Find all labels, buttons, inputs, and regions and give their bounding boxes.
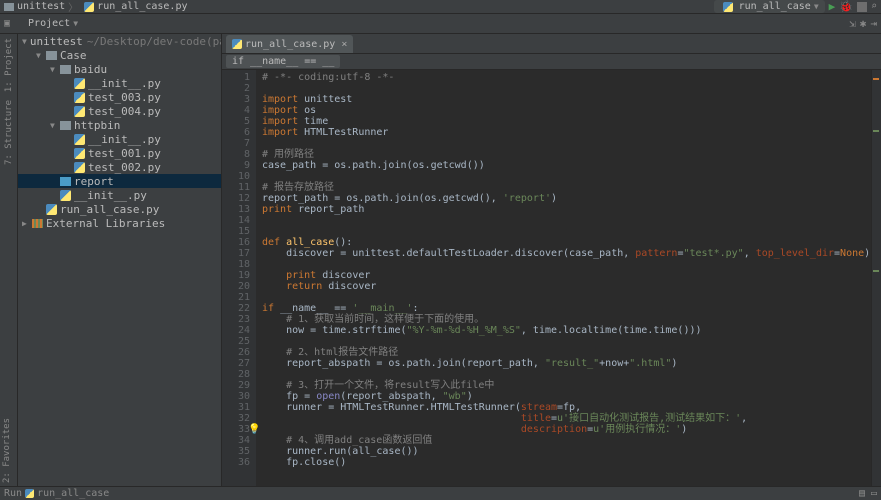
expand-arrow-icon[interactable]: ▶ [22, 219, 32, 228]
expand-arrow-icon[interactable]: ▼ [36, 51, 46, 60]
tree-item-label: External Libraries [46, 217, 165, 230]
structure-tool-tab[interactable]: 7: Structure [2, 96, 16, 169]
tree-item[interactable]: ▼ baidu [18, 62, 221, 76]
tree-item-label: test_003.py [88, 91, 161, 104]
python-icon [46, 204, 57, 215]
tree-item[interactable]: __init__.py [18, 76, 221, 90]
tree-item[interactable]: ▼ httpbin [18, 118, 221, 132]
close-icon[interactable]: × [341, 39, 347, 50]
tree-item[interactable]: run_all_case.py [18, 202, 221, 216]
run-configuration-selector[interactable]: run_all_case ▼ [714, 0, 825, 13]
project-tool-window-icon[interactable]: ▣ [4, 18, 10, 29]
python-icon [25, 489, 34, 498]
tree-item-label: test_002.py [88, 161, 161, 174]
tree-item-label: run_all_case.py [60, 203, 159, 216]
favorites-tool-tab[interactable]: 2: Favorites [0, 415, 14, 486]
breadcrumb[interactable]: if __name__ == __ [226, 55, 340, 68]
project-tool-tab[interactable]: 1: Project [2, 34, 16, 96]
project-tree: ▼unittest~/Desktop/dev-code(pa)/lear▼Cas… [18, 34, 222, 486]
tree-item-label: test_001.py [88, 147, 161, 160]
current-file: run_all_case.py [97, 1, 187, 12]
editor-tabs: run_all_case.py × [222, 34, 881, 54]
python-icon [74, 162, 85, 173]
tree-item-label: httpbin [74, 119, 120, 132]
tree-item-label: __init__.py [88, 133, 161, 146]
python-icon [74, 134, 85, 145]
folder-icon [60, 177, 71, 186]
stop-icon[interactable] [857, 2, 867, 12]
python-icon [60, 190, 71, 201]
library-icon [32, 219, 43, 228]
tree-item[interactable]: report [18, 174, 221, 188]
search-icon[interactable]: ⌕ [871, 1, 877, 12]
tree-item[interactable]: test_004.py [18, 104, 221, 118]
python-icon [74, 106, 85, 117]
tree-item[interactable]: __init__.py [18, 188, 221, 202]
editor-area: run_all_case.py × if __name__ == __ 1234… [222, 34, 881, 486]
tree-item-label: Case [60, 49, 87, 62]
tree-item[interactable]: ▼ Case [18, 48, 221, 62]
event-log-icon[interactable]: ▤ [859, 488, 865, 499]
tab-label: run_all_case.py [245, 39, 335, 50]
tree-item-label: report [74, 175, 114, 188]
tree-item[interactable]: test_002.py [18, 160, 221, 174]
overview-ruler[interactable] [871, 70, 881, 486]
folder-icon [60, 121, 71, 130]
project-folder-icon [4, 3, 14, 11]
collapse-icon[interactable]: ⇲ [849, 17, 856, 30]
python-icon [84, 2, 94, 12]
expand-arrow-icon[interactable]: ▼ [50, 121, 60, 130]
project-toolbar: ▣ Project ▼ ⇲ ✱ ⇥ [0, 14, 881, 34]
tree-item-label: baidu [74, 63, 107, 76]
settings-icon[interactable]: ✱ [860, 17, 867, 30]
python-icon [232, 39, 242, 49]
run-target[interactable]: run_all_case [37, 488, 109, 499]
expand-arrow-icon[interactable]: ▼ [22, 37, 27, 46]
tree-item-label: __init__.py [88, 77, 161, 90]
tree-item-label: unittest [30, 35, 83, 48]
python-icon [74, 148, 85, 159]
python-icon [723, 2, 733, 12]
run-icon[interactable]: ▶ [829, 0, 836, 13]
tree-item-label: test_004.py [88, 105, 161, 118]
project-name: unittest [17, 1, 65, 12]
tree-item[interactable]: __init__.py [18, 132, 221, 146]
debug-icon[interactable]: 🐞 [839, 0, 853, 13]
tree-item-path: ~/Desktop/dev-code(pa)/lear [87, 35, 222, 48]
tree-item[interactable]: test_001.py [18, 146, 221, 160]
intention-bulb-icon[interactable]: 💡 [248, 424, 260, 435]
memory-indicator-icon[interactable]: ▭ [871, 488, 877, 499]
tree-item[interactable]: ▶ External Libraries [18, 216, 221, 230]
folder-icon [60, 65, 71, 74]
folder-icon [46, 51, 57, 60]
project-label: Project [28, 18, 70, 29]
tree-item-label: __init__.py [74, 189, 147, 202]
hide-icon[interactable]: ⇥ [870, 17, 877, 30]
run-config-label: run_all_case [739, 1, 811, 12]
tree-item[interactable]: ▼unittest ~/Desktop/dev-code(pa)/lear [18, 34, 221, 48]
breadcrumb-bar: if __name__ == __ [222, 54, 881, 70]
titlebar: unittest 〉 run_all_case.py run_all_case … [0, 0, 881, 14]
tree-item[interactable]: test_003.py [18, 90, 221, 104]
python-icon [74, 78, 85, 89]
expand-arrow-icon[interactable]: ▼ [50, 65, 60, 74]
code-content[interactable]: # -*- coding:utf-8 -*- import unittestim… [256, 70, 871, 486]
statusbar: Run run_all_case ▤ ▭ [0, 486, 881, 500]
editor-tab[interactable]: run_all_case.py × [226, 35, 353, 53]
run-tool-window-label[interactable]: Run [4, 488, 22, 499]
python-icon [74, 92, 85, 103]
